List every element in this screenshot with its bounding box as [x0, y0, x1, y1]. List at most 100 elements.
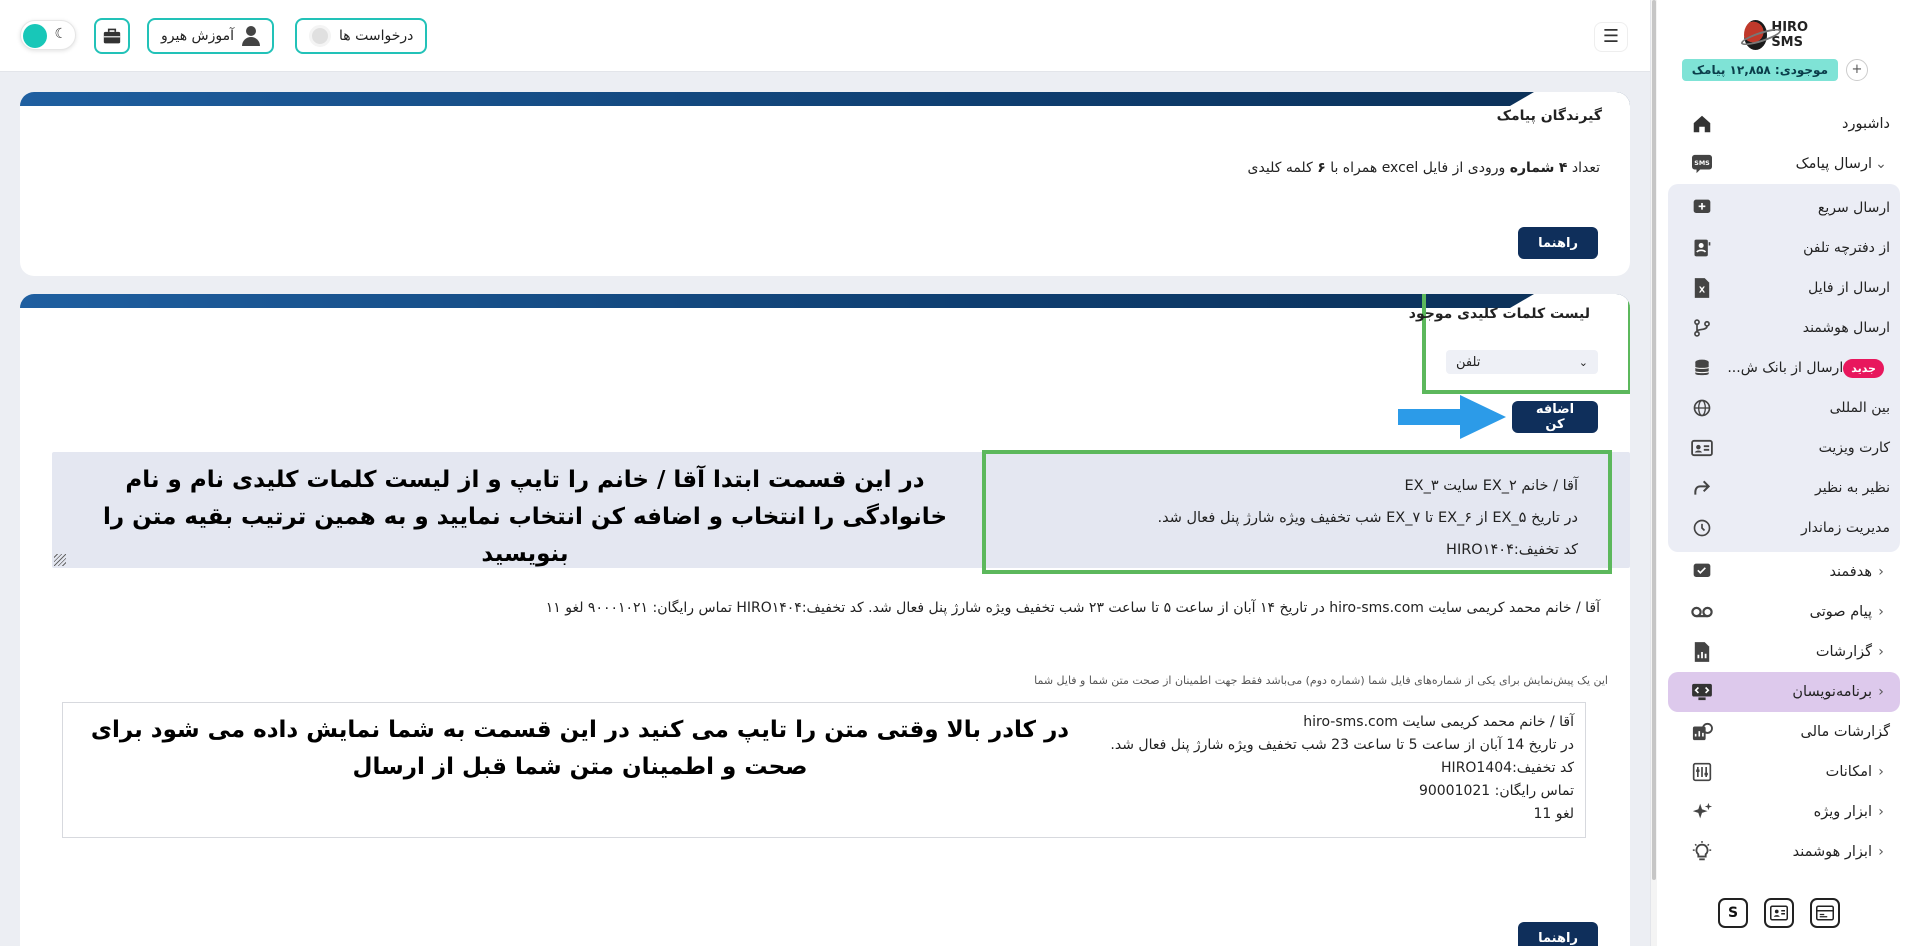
preview-box-line: آقا / خانم محمد کریمی سایت hiro-sms.com — [1303, 714, 1574, 730]
requests-label: درخواست ها — [339, 28, 414, 44]
balance-badge: موجودی: ۱۲,۸۵۸ پیامک — [1681, 59, 1838, 81]
features-icon — [1690, 760, 1714, 784]
sidebar-item-label: ارسال از فایل — [1808, 280, 1890, 296]
sidebar-item-developers[interactable]: برنامه‌نویسان ‹ — [1668, 672, 1900, 712]
sidebar-item-send-from-file[interactable]: X ارسال از فایل — [1668, 268, 1900, 308]
sidebar-bottom-actions: S — [1718, 898, 1840, 928]
keyword-select-value: تلفن — [1456, 354, 1481, 370]
preview-box-line: کد تخفیف:HIRO1404 — [1441, 760, 1574, 776]
sidebar-item-smart-tools[interactable]: ابزار هوشمند ‹ — [1668, 832, 1900, 872]
preview-box-line: تماس رایگان: 90001021 — [1418, 783, 1574, 799]
sidebar-scrollbar[interactable] — [1651, 0, 1657, 946]
keyword-select[interactable]: تلفن ⌄ — [1446, 350, 1598, 374]
sidebar-item-label: بین المللی — [1829, 400, 1890, 416]
sidebar-item-quick-send[interactable]: ارسال سریع — [1668, 188, 1900, 228]
user-card-icon — [1770, 905, 1788, 921]
user-icon — [242, 26, 261, 46]
svg-text:X: X — [1699, 285, 1706, 295]
clock-icon — [1690, 516, 1714, 540]
info-keywords: ۶ — [1317, 160, 1326, 176]
recipients-title: گیرندگان پیامک — [1496, 108, 1602, 124]
chevron-left-icon: ‹ — [1878, 604, 1884, 620]
sidebar-item-voice[interactable]: پیام صوتی ‹ — [1668, 592, 1900, 632]
balance-row: موجودی: ۱۲,۸۵۸ پیامک + — [1681, 59, 1868, 81]
sidebar-item-reports[interactable]: گزارشات ‹ — [1668, 632, 1900, 672]
hamburger-icon: ☰ — [1602, 26, 1620, 47]
blue-arrow-icon — [1398, 395, 1506, 439]
sidebar-item-send-sms[interactable]: SMS ارسال پیامک ⌄ — [1668, 144, 1900, 184]
sidebar-item-features[interactable]: امکانات ‹ — [1668, 752, 1900, 792]
info-post: کلمه کلیدی — [1247, 160, 1313, 176]
editor-line: در تاریخ EX_۵ از EX_۶ تا EX_۷ شب تخفیف و… — [1157, 510, 1579, 526]
moon-icon: ☾ — [54, 26, 67, 42]
editor-line: کد تخفیف:HIRO۱۴۰۴ — [1446, 542, 1578, 558]
sidebar-item-label: داشبورد — [1842, 116, 1890, 132]
sidebar-item-smart-send[interactable]: ارسال هوشمند — [1668, 308, 1900, 348]
sidebar-item-label: هدفمند — [1829, 564, 1872, 580]
info-word: شماره — [1509, 160, 1555, 176]
theme-toggle[interactable]: ☾ — [20, 20, 76, 50]
card-header-bar — [20, 92, 1630, 106]
requests-button[interactable]: درخواست ها — [295, 18, 428, 54]
editor-annotation: در این قسمت ابتدا آقا / خانم را تایپ و ا… — [102, 467, 948, 567]
logo[interactable]: HIRO SMS — [1744, 18, 1828, 52]
finance-icon — [1690, 720, 1714, 744]
sidebar-item-peer-to-peer[interactable]: نظیر به نظیر — [1668, 468, 1900, 508]
sms-icon: SMS — [1690, 152, 1714, 176]
window-icon — [1816, 905, 1834, 921]
resize-handle-icon[interactable] — [54, 554, 66, 566]
chevron-left-icon: ‹ — [1878, 764, 1884, 780]
sidebar-item-targeted[interactable]: هدفمند ‹ — [1668, 552, 1900, 592]
add-credit-icon[interactable]: + — [1846, 59, 1868, 81]
sidebar-item-label: ابزار ویژه — [1813, 804, 1872, 820]
chevron-left-icon: ‹ — [1878, 684, 1884, 700]
sidebar-nav: داشبورد SMS ارسال پیامک ⌄ ارسال سریع از … — [1668, 104, 1900, 872]
user-settings-button[interactable] — [1764, 898, 1794, 928]
sidebar-item-label: از دفترچه تلفن — [1803, 240, 1890, 256]
report-icon — [1690, 640, 1714, 664]
chevron-down-icon: ⌄ — [1578, 355, 1588, 369]
new-badge: جدید — [1843, 358, 1884, 378]
help-button[interactable]: راهنما — [1518, 227, 1598, 259]
top-bar: ☰ درخواست ها آموزش هیرو ☾ — [0, 0, 1650, 72]
sidebar-item-phonebook[interactable]: از دفترچه تلفن — [1668, 228, 1900, 268]
branch-icon — [1690, 316, 1714, 340]
sidebar-item-label: برنامه‌نویسان — [1792, 684, 1872, 700]
excel-file-icon: X — [1690, 276, 1714, 300]
sidebar-item-label: گزارشات مالی — [1800, 724, 1890, 740]
chevron-left-icon: ‹ — [1878, 844, 1884, 860]
toggle-knob — [23, 24, 47, 48]
sidebar-item-scheduled[interactable]: مدیریت زماندار — [1668, 508, 1900, 548]
briefcase-button[interactable] — [94, 18, 130, 54]
menu-toggle-button[interactable]: ☰ — [1594, 22, 1628, 52]
chevron-left-icon: ‹ — [1878, 564, 1884, 580]
training-label: آموزش هیرو — [161, 28, 235, 44]
globe-icon — [1690, 396, 1714, 420]
editor-text[interactable]: آقا / خانم EX_۲ سایت EX_۳ در تاریخ EX_۵ … — [1018, 470, 1579, 566]
bulb-icon — [1690, 840, 1714, 864]
sidebar-item-label: مدیریت زماندار — [1801, 520, 1890, 536]
sidebar-item-label: نظیر به نظیر — [1815, 480, 1890, 496]
dollar-button[interactable]: S — [1718, 898, 1748, 928]
sidebar-item-special-tools[interactable]: ابزار ویژه ‹ — [1668, 792, 1900, 832]
preview-annotation: در کادر بالا وقتی متن را تایپ می کنید در… — [90, 717, 1070, 780]
sidebar-item-send-from-bank[interactable]: ارسال از بانک ش... جدید — [1668, 348, 1900, 388]
training-button[interactable]: آموزش هیرو — [147, 18, 275, 54]
add-keyword-button[interactable]: اضافه کن — [1512, 401, 1598, 433]
sidebar-item-label: ارسال از بانک ش... — [1727, 360, 1844, 376]
share-arrow-icon — [1690, 476, 1714, 500]
info-mid: ورودی از فایل excel همراه با — [1330, 160, 1506, 176]
help-button[interactable]: راهنما — [1518, 922, 1598, 946]
logo-globe-icon — [1744, 20, 1768, 50]
calendar-button[interactable] — [1810, 898, 1840, 928]
send-sms-submenu: ارسال سریع از دفترچه تلفن X ارسال از فای… — [1668, 184, 1900, 552]
sidebar-item-business-card[interactable]: کارت ویزیت — [1668, 428, 1900, 468]
sparkle-icon — [1690, 800, 1714, 824]
sidebar-item-international[interactable]: بین المللی — [1668, 388, 1900, 428]
chevron-left-icon: ‹ — [1878, 804, 1884, 820]
sidebar-item-dashboard[interactable]: داشبورد — [1668, 104, 1900, 144]
sidebar-item-financial-reports[interactable]: گزارشات مالی — [1668, 712, 1900, 752]
preview-line: آقا / خانم محمد کریمی سایت hiro-sms.com … — [545, 600, 1600, 616]
card-header-bar — [20, 294, 1630, 308]
preview-box-line: لغو 11 — [1533, 806, 1574, 822]
